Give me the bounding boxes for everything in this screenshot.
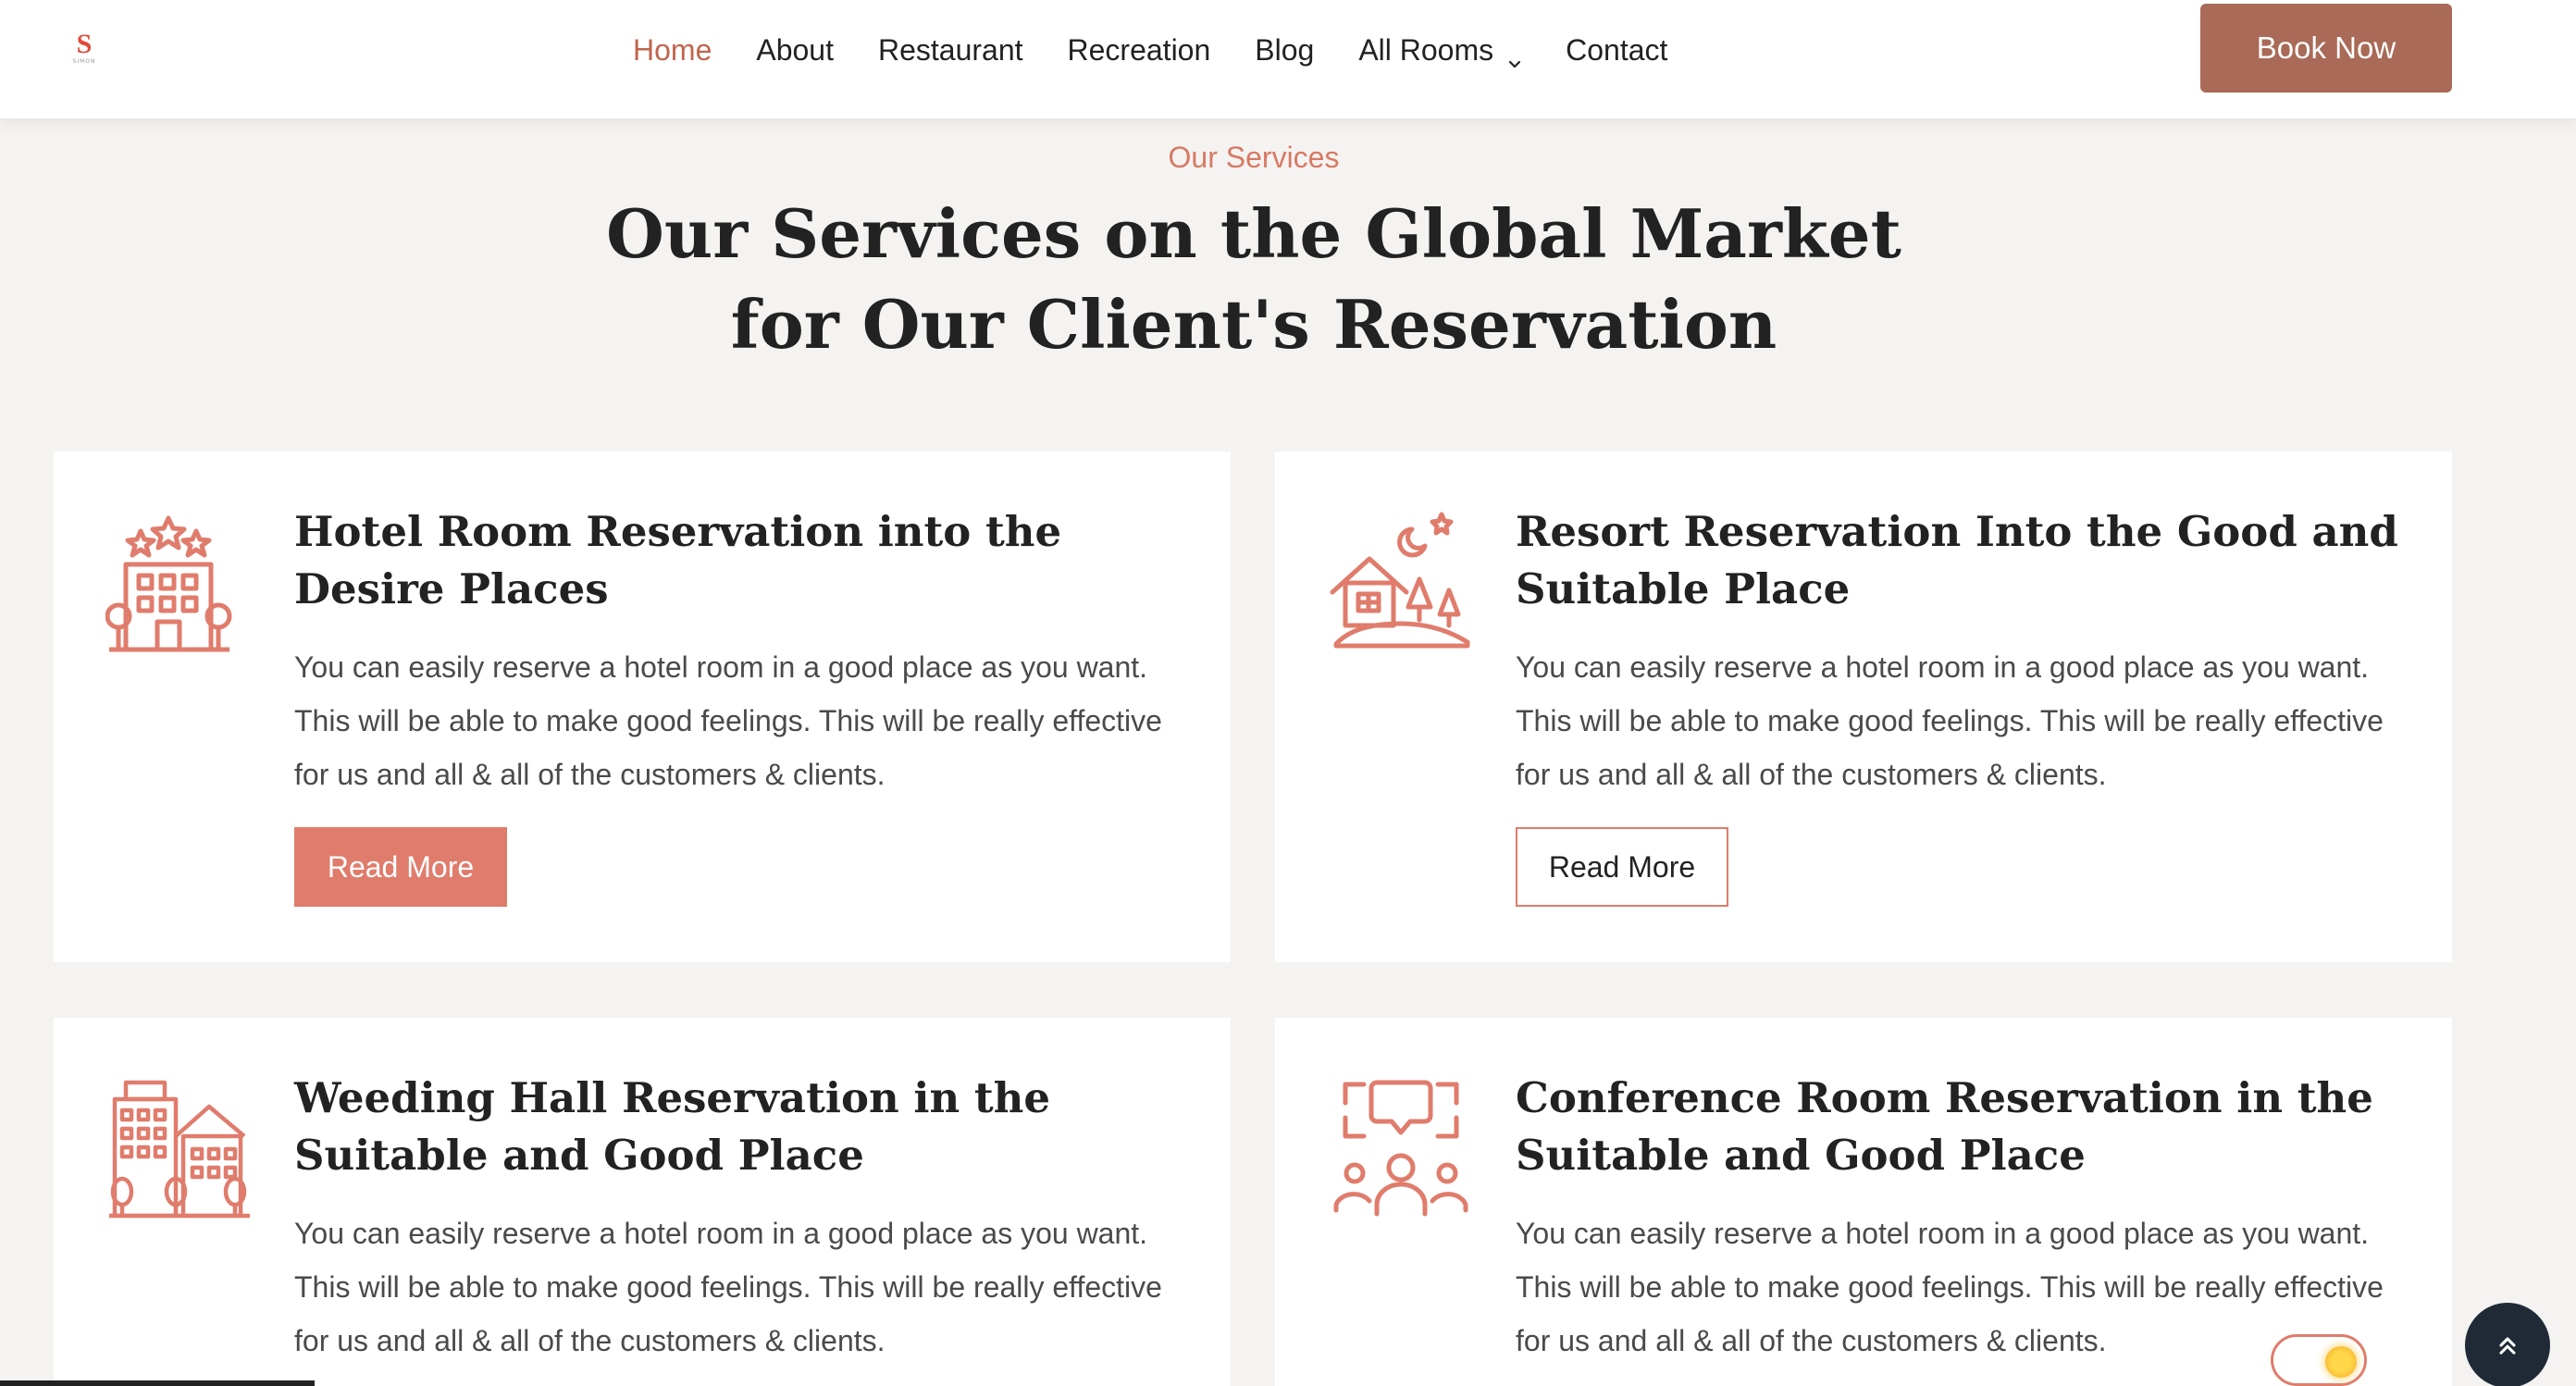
main-nav: Home About Restaurant Recreation Blog Al… (633, 28, 1712, 72)
nav-blog-label: Blog (1255, 32, 1315, 67)
hotel-icon (105, 505, 254, 653)
read-more-button[interactable]: Read More (1516, 827, 1728, 907)
card-text: You can easily reserve a hotel room in a… (294, 1217, 1162, 1357)
card-text: You can easily reserve a hotel room in a… (1516, 1217, 2384, 1357)
site-logo[interactable]: S SIMON (54, 28, 115, 67)
card-text: You can easily reserve a hotel room in a… (294, 650, 1162, 791)
logo-subtext: SIMON (72, 57, 96, 65)
card-text: You can easily reserve a hotel room in a… (1516, 650, 2384, 791)
nav-about-label: About (756, 32, 834, 67)
scroll-to-top-button[interactable] (2465, 1303, 2550, 1386)
service-card-conference: Conference Room Reservation in the Suita… (1275, 1018, 2452, 1386)
section-eyebrow: Our Services (1168, 141, 1340, 174)
nav-home-label: Home (633, 32, 712, 67)
card-title: Weeding Hall Reservation in the Suitable… (294, 1073, 1050, 1180)
book-now-button[interactable]: Book Now (2200, 4, 2452, 93)
double-chevron-up-icon (2499, 1337, 2516, 1355)
card-title: Resort Reservation Into the Good and Sui… (1516, 507, 2398, 613)
nav-about[interactable]: About (756, 33, 834, 68)
service-card-wedding-hall: Weeding Hall Reservation in the Suitable… (54, 1018, 1231, 1386)
bottom-edge-bar (0, 1380, 315, 1386)
card-title: Conference Room Reservation in the Suita… (1516, 1073, 2373, 1180)
nav-recreation[interactable]: Recreation (1068, 33, 1211, 68)
section-title-line-1: Our Services on the Global Market (606, 194, 1901, 273)
read-more-button[interactable]: Read More (294, 827, 507, 907)
service-card-resort: Resort Reservation Into the Good and Sui… (1275, 452, 2452, 962)
site-header: S SIMON Home About Restaurant Recreation… (0, 0, 2576, 118)
nav-restaurant-label: Restaurant (877, 32, 1023, 67)
nav-recreation-label: Recreation (1067, 32, 1211, 67)
nav-contact[interactable]: Contact (1566, 33, 1667, 68)
nav-all-rooms-label: All Rooms (1358, 32, 1494, 67)
nav-home[interactable]: Home (633, 33, 712, 68)
logo-letter: S (76, 28, 93, 59)
nav-contact-label: Contact (1566, 32, 1668, 67)
resort-icon (1327, 505, 1475, 653)
nav-all-rooms[interactable]: All Rooms (1358, 33, 1521, 68)
wedding-hall-icon (105, 1071, 254, 1219)
conference-icon (1327, 1071, 1475, 1219)
theme-toggle[interactable] (2271, 1334, 2367, 1386)
card-title: Hotel Room Reservation into the Desire P… (294, 507, 1062, 613)
section-title: Our Services on the Global Market for Ou… (0, 189, 2508, 370)
logo-mark: S (76, 28, 93, 59)
chevron-down-icon (1508, 43, 1521, 68)
sun-icon (2325, 1346, 2357, 1378)
section-title-line-2: for Our Client's Reservation (730, 285, 1777, 364)
nav-restaurant[interactable]: Restaurant (878, 33, 1023, 68)
service-card-hotel: Hotel Room Reservation into the Desire P… (54, 452, 1231, 962)
nav-blog[interactable]: Blog (1255, 33, 1314, 68)
